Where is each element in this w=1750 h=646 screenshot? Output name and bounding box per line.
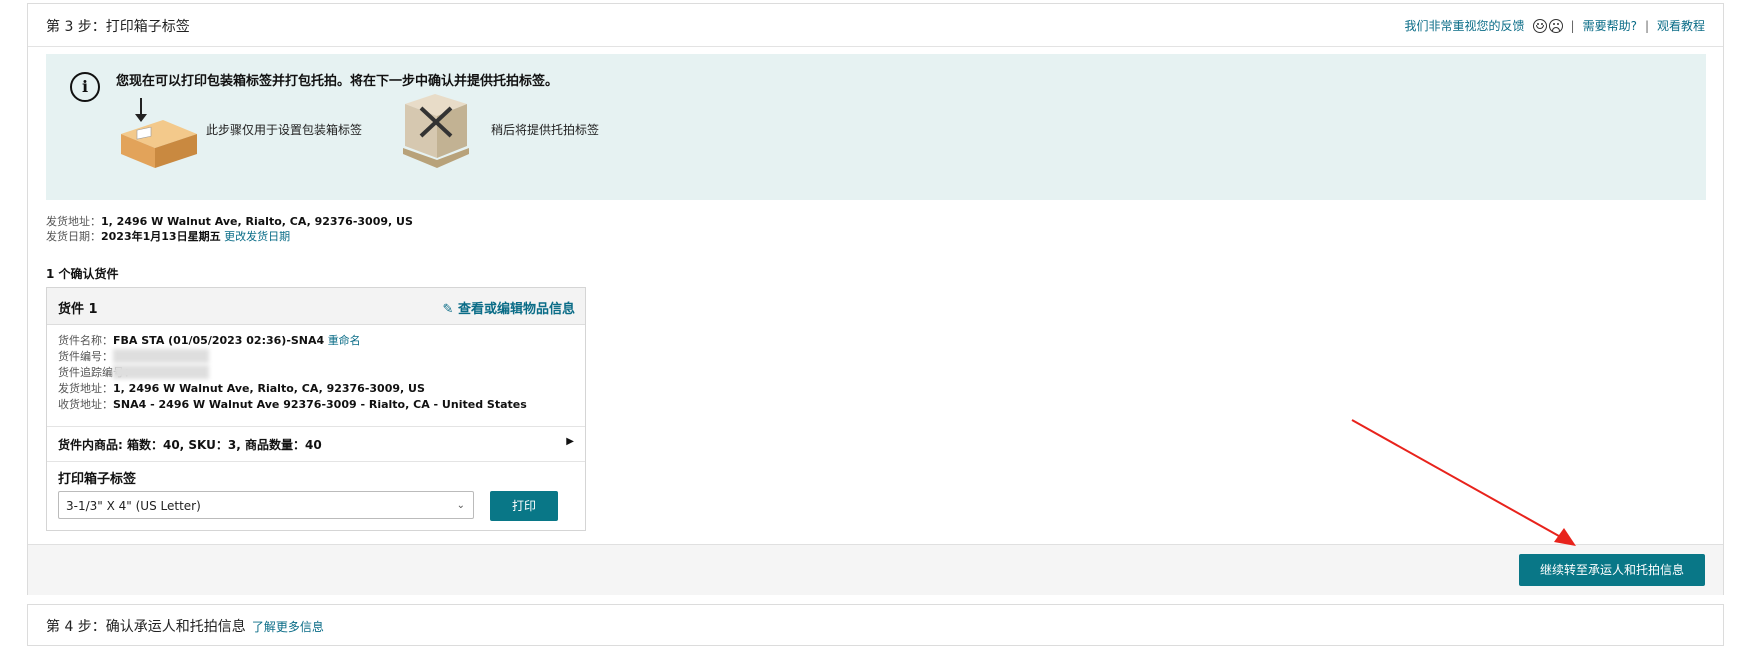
shipment-name-row: 货件名称：FBA STA (01/05/2023 02:36)-SNA4 重命名 — [58, 334, 361, 347]
contents-row[interactable]: 货件内商品: 箱数：40, SKU：3, 商品数量：40 ▶ — [47, 426, 585, 462]
ship-from-line: 发货地址：1, 2496 W Walnut Ave, Rialto, CA, 9… — [46, 215, 413, 228]
info-banner: i 您现在可以打印包装箱标签并打包托拍。将在下一步中确认并提供托拍标签。 此步骤… — [46, 54, 1706, 200]
shipment-card: 货件 1 ✎ 查看或编辑物品信息 货件名称：FBA STA (01/05/202… — [46, 287, 586, 531]
header-links: 我们非常重视您的反馈 | 需要帮助? | 观看教程 — [1405, 17, 1705, 34]
ship-from-value: 1, 2496 W Walnut Ave, Rialto, CA, 92376-… — [101, 215, 413, 228]
frown-icon[interactable] — [1548, 18, 1563, 33]
shipment-to-row: 收货地址：SNA4 - 2496 W Walnut Ave 92376-3009… — [58, 398, 527, 411]
redaction — [113, 365, 209, 379]
help-link[interactable]: 需要帮助? — [1583, 17, 1637, 34]
step3-title: 第 3 步：打印箱子标签 — [46, 19, 190, 35]
step3-header: 第 3 步：打印箱子标签 我们非常重视您的反馈 | 需要帮助? | 观看教程 — [28, 4, 1723, 47]
step4-panel: 第 4 步：确认承运人和托拍信息 了解更多信息 — [27, 604, 1724, 646]
box-caption: 此步骤仅用于设置包装箱标签 — [206, 123, 363, 137]
ship-date-value: 2023年1月13日星期五 — [101, 230, 221, 243]
expand-arrow-icon[interactable]: ▶ — [566, 436, 574, 447]
pallet-icon — [403, 94, 469, 168]
smile-icon[interactable] — [1532, 18, 1547, 33]
label-size-select[interactable]: 3-1/3" X 4" (US Letter) ⌄ — [58, 491, 474, 519]
step4-title: 第 4 步：确认承运人和托拍信息 了解更多信息 — [46, 619, 324, 635]
edit-items-link[interactable]: ✎ 查看或编辑物品信息 — [443, 298, 575, 317]
feedback-text[interactable]: 我们非常重视您的反馈 — [1405, 17, 1525, 34]
pallet-caption: 稍后将提供托拍标签 — [491, 123, 600, 137]
print-button[interactable]: 打印 — [490, 491, 558, 521]
change-date-link[interactable]: 更改发货日期 — [224, 230, 290, 243]
shipment-from-row: 发货地址：1, 2496 W Walnut Ave, Rialto, CA, 9… — [58, 382, 425, 395]
info-title: 您现在可以打印包装箱标签并打包托拍。将在下一步中确认并提供托拍标签。 — [116, 74, 559, 89]
shipment-title: 货件 1 — [58, 302, 98, 317]
confirm-count: 1 个确认货件 — [46, 267, 119, 281]
print-label-heading: 打印箱子标签 — [58, 472, 137, 487]
contents-summary: 货件内商品: 箱数：40, SKU：3, 商品数量：40 — [58, 438, 322, 452]
box-label-icon — [121, 98, 197, 168]
annotation-arrow-icon — [1351, 419, 1576, 546]
rename-link[interactable]: 重命名 — [328, 334, 361, 347]
chevron-down-icon: ⌄ — [456, 500, 465, 511]
pencil-icon: ✎ — [442, 302, 454, 317]
info-icon: i — [70, 72, 100, 102]
tutorial-link[interactable]: 观看教程 — [1657, 17, 1705, 34]
ship-date-line: 发货日期：2023年1月13日星期五 更改发货日期 — [46, 230, 291, 243]
divider: | — [1570, 18, 1575, 33]
shipment-card-header: 货件 1 ✎ 查看或编辑物品信息 — [47, 288, 585, 325]
learn-more-link[interactable]: 了解更多信息 — [252, 620, 324, 634]
redaction — [113, 349, 209, 363]
divider: | — [1644, 18, 1649, 33]
